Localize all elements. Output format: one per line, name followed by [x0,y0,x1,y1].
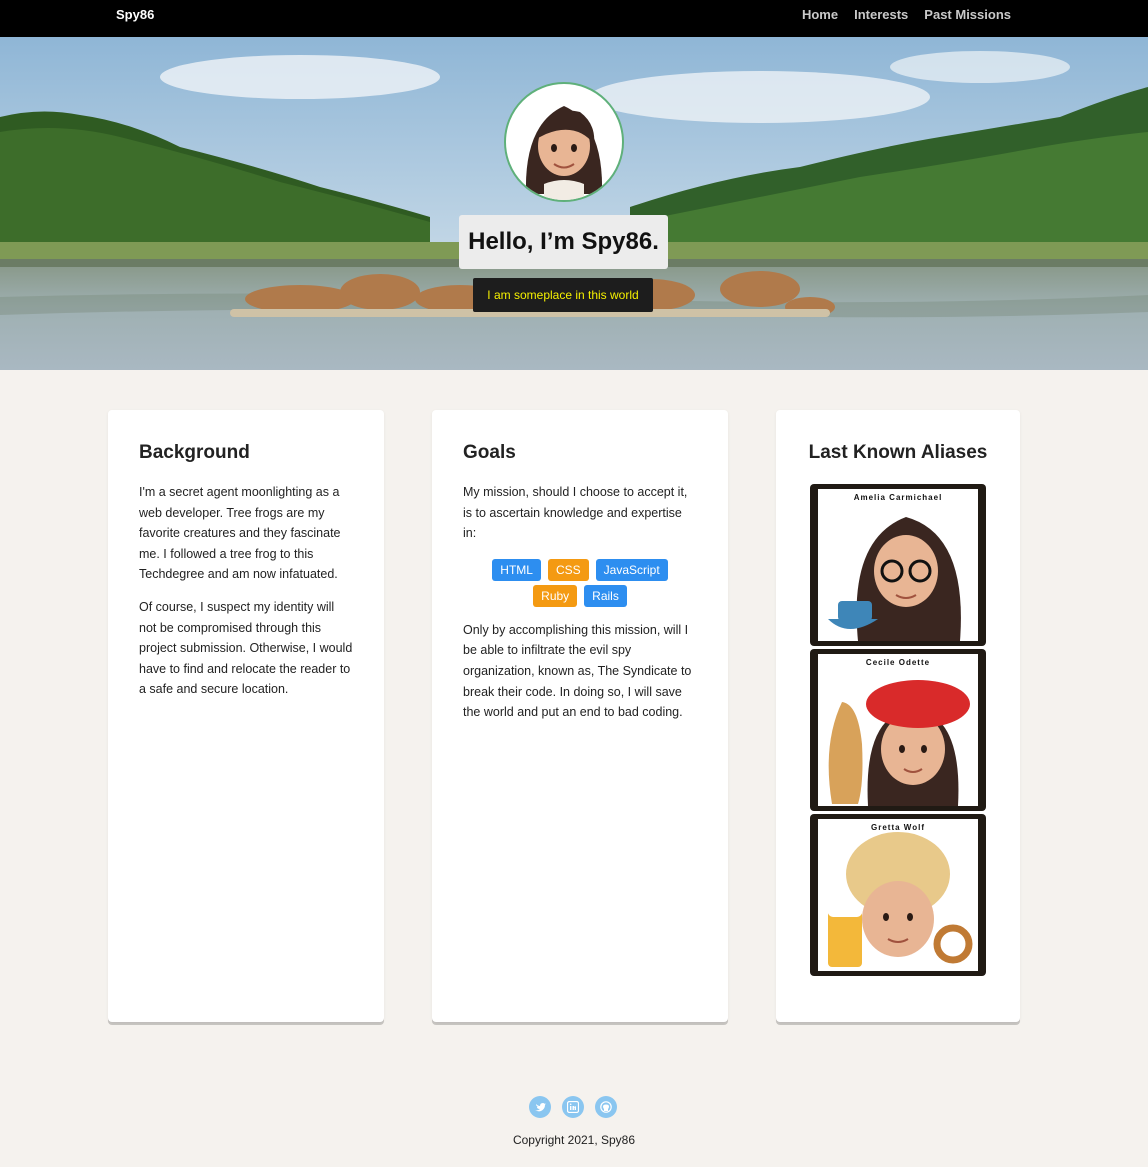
skill-tag-html: HTML [492,558,541,581]
nav-link-interests[interactable]: Interests [854,7,908,22]
alias-name: Amelia Carmichael [853,493,943,502]
profile-avatar [504,82,624,202]
alias-image-amelia: Amelia Carmichael [818,489,978,641]
memoji-beret-baguette-image [828,680,970,806]
brand-link[interactable]: Spy86 [116,7,154,22]
alias-card-amelia: Amelia Carmichael [810,484,986,646]
goals-outro: Only by accomplishing this mission, will… [463,622,692,720]
twitter-icon[interactable] [529,1096,551,1118]
aliases-heading: Last Known Aliases [808,442,988,463]
alias-name: Gretta Wolf [871,823,925,832]
memoji-glasses-teacup-image [828,517,961,641]
background-heading: Background [139,442,250,463]
alias-image-cecile: Cecile Odette [818,654,978,806]
skill-tag-rails: Rails [584,584,627,607]
goals-card: Goals My mission, should I choose to acc… [432,410,728,1022]
linkedin-icon[interactable] [562,1096,584,1118]
skill-tag-ruby: Ruby [533,584,578,607]
hero-subtitle: I am someplace in this world [473,278,653,312]
memoji-beer-pretzel-image [828,832,973,967]
aliases-card: Last Known Aliases Amelia Carmichael Cec… [776,410,1020,1022]
alias-name: Cecile Odette [865,658,931,667]
background-card: Background I'm a secret agent moonlighti… [108,410,384,1022]
nav-link-past-missions[interactable]: Past Missions [924,7,1011,22]
skill-tag-css: CSS [547,558,589,581]
goals-intro: My mission, should I choose to accept it… [463,485,688,541]
background-paragraph-1: I'm a secret agent moonlighting as a web… [139,485,341,582]
github-icon[interactable] [595,1096,617,1118]
memoji-avatar-image [525,106,603,200]
alias-image-gretta: Gretta Wolf [818,819,978,971]
skill-tag-javascript: JavaScript [595,558,668,581]
background-paragraph-2: Of course, I suspect my identity will no… [139,599,353,697]
skill-tags: HTML CSS JavaScript Ruby Rails [485,558,675,607]
nav-link-home[interactable]: Home [802,7,838,22]
hero-banner: Hello, I’m Spy86. I am someplace in this… [0,37,1148,370]
social-links [529,1096,617,1118]
alias-card-cecile: Cecile Odette [810,649,986,811]
hero-title: Hello, I’m Spy86. [459,215,668,269]
top-nav: Spy86 Home Interests Past Missions [0,0,1148,37]
copyright-text: Copyright 2021, Spy86 [512,1133,636,1147]
nav-links: Home Interests Past Missions [802,7,1011,22]
alias-card-gretta: Gretta Wolf [810,814,986,976]
goals-heading: Goals [463,442,516,463]
